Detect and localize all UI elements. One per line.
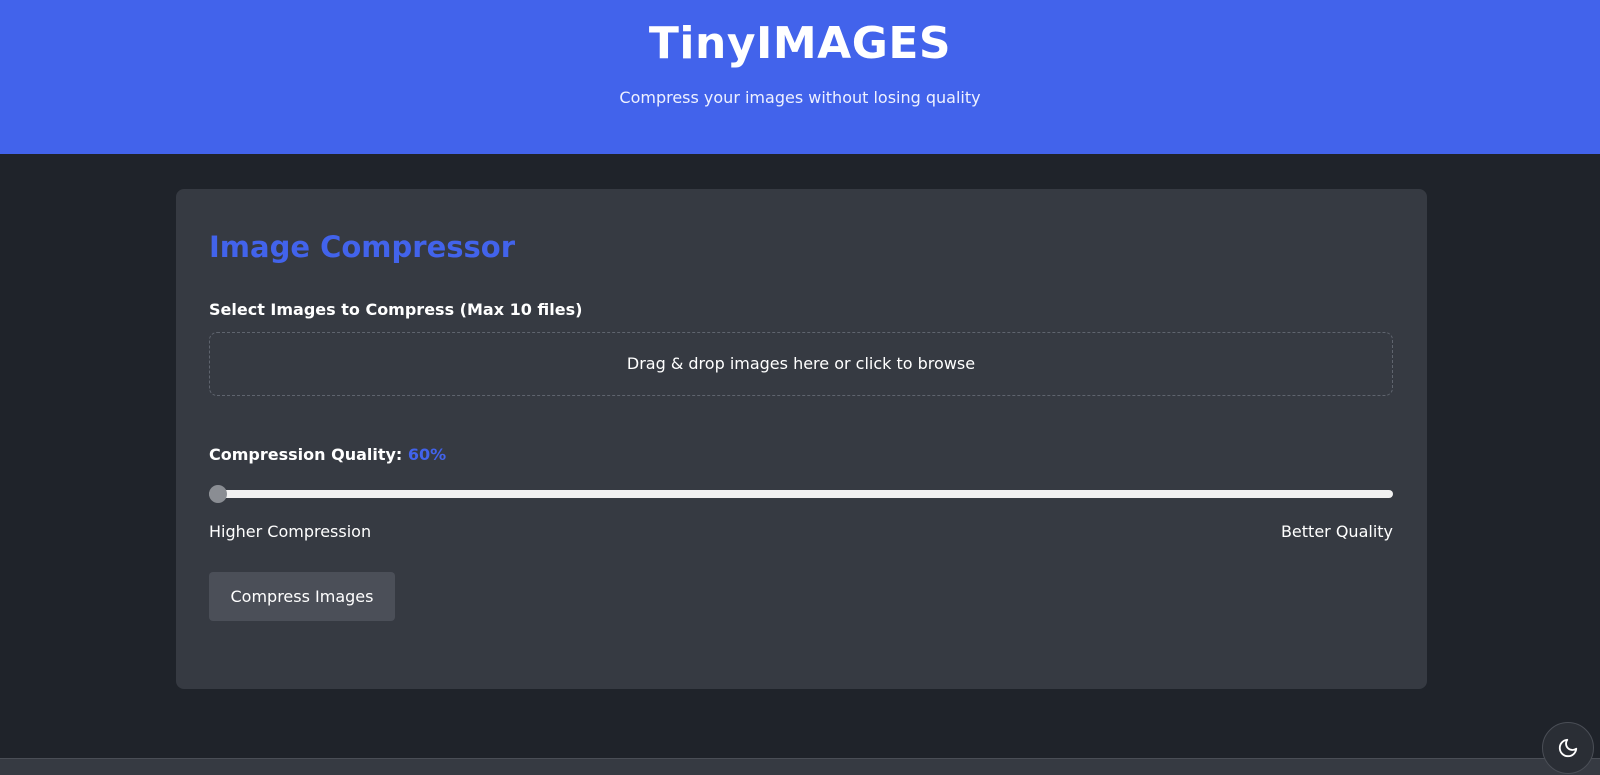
footer-bar [0, 758, 1600, 775]
card-title: Image Compressor [209, 230, 516, 264]
quality-value: 60% [407, 445, 447, 464]
file-dropzone[interactable]: Drag & drop images here or click to brow… [209, 332, 1393, 396]
app-title: TinyIMAGES [648, 18, 952, 69]
quality-slider[interactable] [209, 485, 1393, 503]
select-images-label: Select Images to Compress (Max 10 files) [209, 300, 583, 319]
slider-track[interactable] [209, 490, 1393, 498]
compress-images-button[interactable]: Compress Images [209, 572, 395, 621]
slider-thumb[interactable] [209, 485, 227, 503]
theme-toggle-button[interactable] [1542, 722, 1594, 774]
compressor-card: Image Compressor Select Images to Compre… [176, 189, 1427, 689]
better-quality-label: Better Quality [1280, 522, 1393, 541]
app-subtitle: Compress your images without losing qual… [619, 88, 981, 107]
app-header: TinyIMAGES Compress your images without … [0, 0, 1600, 154]
quality-label-text: Compression Quality: [209, 445, 403, 464]
quality-label: Compression Quality: 60% [209, 444, 446, 466]
higher-compression-label: Higher Compression [209, 522, 372, 541]
moon-icon [1558, 738, 1578, 758]
